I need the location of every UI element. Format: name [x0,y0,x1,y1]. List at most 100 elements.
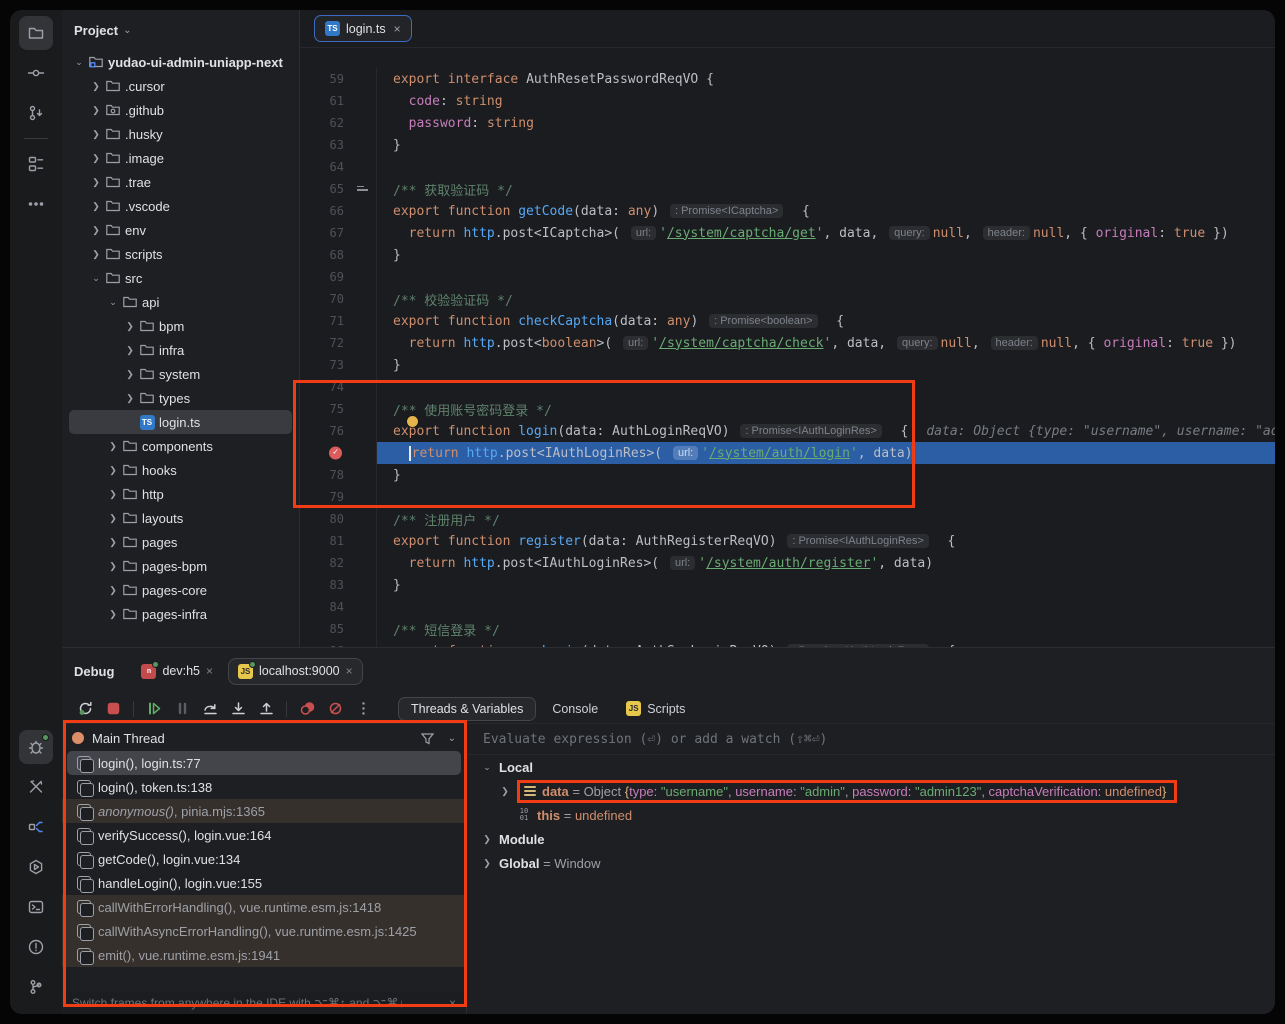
breakpoint-icon[interactable]: ✓ [329,447,342,460]
thread-selector[interactable]: Main Thread ⌄ [62,725,466,751]
code-line-content[interactable]: code: string [376,90,1275,112]
code-line-content[interactable]: return http.post<boolean>( url:'/system/… [376,332,1275,354]
code-line-content[interactable]: /** 短信登录 */ [376,618,1275,640]
chevron-right-icon[interactable]: ❯ [481,858,493,869]
tree-item-components[interactable]: ❯components [69,434,292,458]
tree-item-pages-bpm[interactable]: ❯pages-bpm [69,554,292,578]
line-number[interactable]: 62 [300,116,350,130]
chevron-right-icon[interactable]: ❯ [105,537,121,548]
line-number[interactable]: 76 [300,424,350,438]
chevron-right-icon[interactable]: ❯ [88,81,104,92]
pause-icon[interactable] [169,697,195,721]
tree-item-scripts[interactable]: ❯scripts [69,242,292,266]
variable-row[interactable]: ❯Global = Window [467,851,1275,875]
build-icon[interactable] [19,770,53,804]
chevron-down-icon[interactable]: ⌄ [88,273,104,284]
line-number[interactable]: 65 [300,182,350,196]
chevron-right-icon[interactable]: ❯ [88,105,104,116]
line-number[interactable]: 73 [300,358,350,372]
code-line-content[interactable] [376,376,1275,398]
tree-item-hooks[interactable]: ❯hooks [69,458,292,482]
line-number[interactable]: 63 [300,138,350,152]
close-icon[interactable]: × [394,22,401,36]
code-line-79[interactable]: 79 [300,486,1275,508]
vcs-update-icon[interactable] [19,96,53,130]
debug-view-tab-scripts[interactable]: JSScripts [614,697,697,720]
code-line-content[interactable]: export function login(data: AuthLoginReq… [376,420,1275,442]
code-line-content[interactable]: } [376,464,1275,486]
line-number[interactable]: 66 [300,204,350,218]
tree-item-pages-core[interactable]: ❯pages-core [69,578,292,602]
tree-item-pages[interactable]: ❯pages [69,530,292,554]
code-line-61[interactable]: 61 code: string [300,90,1275,112]
stack-frame[interactable]: login(), login.ts:77 [67,751,461,775]
tree-item--trae[interactable]: ❯.trae [69,170,292,194]
tree-item-pages-infra[interactable]: ❯pages-infra [69,602,292,626]
code-line-content[interactable]: } [376,354,1275,376]
code-line-content[interactable]: /** 使用账号密码登录 */ [376,398,1275,420]
tree-item-api[interactable]: ⌄api [69,290,292,314]
tree-item-src[interactable]: ⌄src [69,266,292,290]
code-line-73[interactable]: 73} [300,354,1275,376]
tree-item--github[interactable]: ❯.github [69,98,292,122]
run-tab-dev-h5[interactable]: ndev:h5× [132,658,222,685]
tree-item--vscode[interactable]: ❯.vscode [69,194,292,218]
code-line-64[interactable]: 64 [300,156,1275,178]
ignore-breakpoints-icon[interactable] [322,697,348,721]
code-line-82[interactable]: 82 return http.post<IAuthLoginRes>( url:… [300,552,1275,574]
code-line-content[interactable]: export function register(data: AuthRegis… [376,530,1275,552]
chevron-right-icon[interactable]: ❯ [105,609,121,620]
commit-icon[interactable] [19,56,53,90]
code-line-content[interactable]: } [376,244,1275,266]
evaluate-expression-input[interactable]: Evaluate expression (⏎) or add a watch (… [467,725,1275,755]
chevron-down-icon[interactable]: ⌄ [123,25,131,36]
line-number[interactable]: 68 [300,248,350,262]
code-line-84[interactable]: 84 [300,596,1275,618]
code-line-content[interactable]: } [376,574,1275,596]
chevron-right-icon[interactable]: ❯ [499,786,511,797]
tree-item--husky[interactable]: ❯.husky [69,122,292,146]
debug-view-tab-threads-variables[interactable]: Threads & Variables [398,697,536,721]
line-number[interactable]: 59 [300,72,350,86]
stop-icon[interactable] [100,697,126,721]
line-number[interactable]: 74 [300,380,350,394]
code-line-content[interactable]: return http.post<IAuthLoginRes>( url:'/s… [376,552,1275,574]
code-line-content[interactable] [376,596,1275,618]
code-line-63[interactable]: 63} [300,134,1275,156]
tree-item-bpm[interactable]: ❯bpm [69,314,292,338]
code-line-66[interactable]: 66 export function getCode(data: any) : P… [300,200,1275,222]
code-line-85[interactable]: 85 /** 短信登录 */ [300,618,1275,640]
code-line-78[interactable]: 78} [300,464,1275,486]
line-number[interactable]: 75 [300,402,350,416]
tree-item-types[interactable]: ❯types [69,386,292,410]
code-line-content[interactable]: export function smsLogin(data: AuthSmsLo… [376,640,1275,647]
line-number[interactable]: 85 [300,622,350,636]
node-interpreter-icon[interactable] [19,810,53,844]
code-line-content[interactable]: export function getCode(data: any) : Pro… [376,200,1275,222]
step-over-icon[interactable] [197,697,223,721]
stack-frame[interactable]: callWithErrorHandling(), vue.runtime.esm… [62,895,466,919]
services-icon[interactable] [19,850,53,884]
tree-item-yudao-ui-admin-uniapp-next[interactable]: ⌄yudao-ui-admin-uniapp-next [69,50,292,74]
code-area[interactable]: 59export interface AuthResetPasswordReqV… [300,68,1275,647]
code-line-81[interactable]: 81export function register(data: AuthReg… [300,530,1275,552]
stack-frame[interactable]: getCode(), login.vue:134 [67,847,461,871]
code-line-content[interactable]: password: string [376,112,1275,134]
chevron-right-icon[interactable]: ❯ [88,153,104,164]
stack-frame[interactable]: handleLogin(), login.vue:155 [67,871,461,895]
git-branch-icon[interactable] [19,970,53,1004]
code-line-86[interactable]: 86export function smsLogin(data: AuthSms… [300,640,1275,647]
chevron-down-icon[interactable]: ⌄ [448,733,456,744]
variable-row[interactable]: ❯Module [467,827,1275,851]
chevron-right-icon[interactable]: ❯ [105,513,121,524]
tree-item--image[interactable]: ❯.image [69,146,292,170]
code-line-content[interactable]: /** 校验验证码 */ [376,288,1275,310]
chevron-right-icon[interactable]: ❯ [481,834,493,845]
code-line-69[interactable]: 69 [300,266,1275,288]
code-line-75[interactable]: 75 /** 使用账号密码登录 */ [300,398,1275,420]
mute-breakpoints-icon[interactable] [294,697,320,721]
chevron-right-icon[interactable]: ❯ [88,129,104,140]
line-number[interactable]: 79 [300,490,350,504]
stack-frame[interactable]: verifySuccess(), login.vue:164 [67,823,461,847]
code-line-83[interactable]: 83} [300,574,1275,596]
